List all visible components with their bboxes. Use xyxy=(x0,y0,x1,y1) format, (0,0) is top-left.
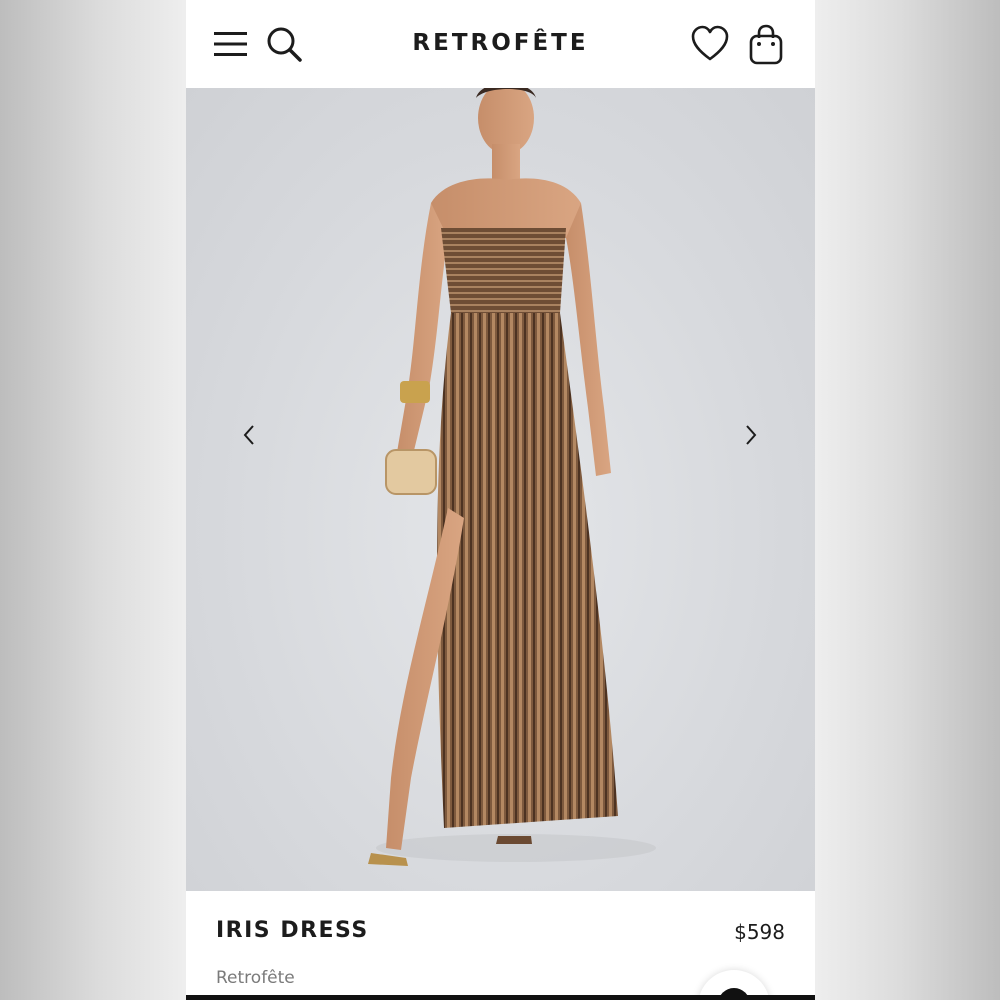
shopping-bag-icon[interactable] xyxy=(748,24,784,66)
product-photo xyxy=(368,88,656,866)
chevron-left-icon[interactable] xyxy=(238,423,262,447)
chevron-right-icon[interactable] xyxy=(738,423,762,447)
bottom-bar xyxy=(186,995,815,1000)
site-header: RETROFÊTE xyxy=(186,0,815,88)
heart-icon[interactable] xyxy=(691,25,729,63)
product-name: IRIS DRESS xyxy=(216,918,369,943)
product-price: $598 xyxy=(734,920,785,944)
app-screen: RETROFÊTE IRIS DRESS $598 Retrofête xyxy=(186,0,815,1000)
product-image-gallery[interactable] xyxy=(186,88,815,891)
product-brand[interactable]: Retrofête xyxy=(216,968,295,988)
